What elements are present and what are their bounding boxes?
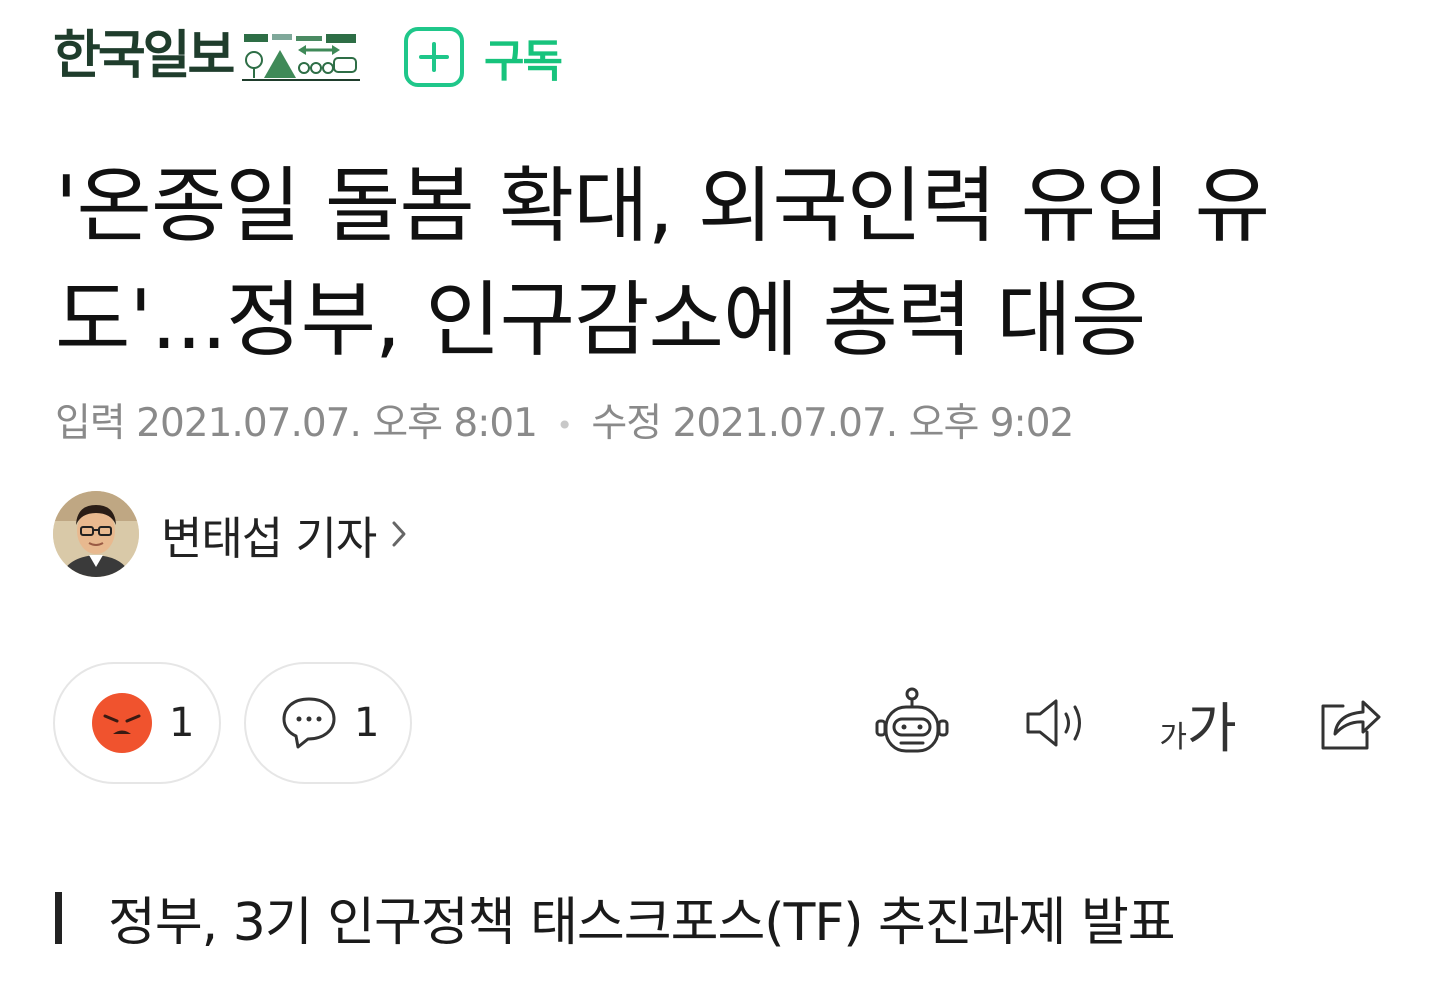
comment-count: 1 <box>354 700 380 746</box>
author-name: 변태섭 기자 <box>161 511 377 565</box>
reaction-count: 1 <box>169 700 195 746</box>
author-link[interactable]: 변태섭 기자 <box>53 491 408 577</box>
reaction-button[interactable]: 1 <box>53 662 221 784</box>
robot-icon <box>875 687 949 753</box>
font-size-small-label: 가 <box>1159 719 1187 755</box>
plus-icon <box>404 27 464 87</box>
modified-label: 수정 <box>591 401 662 446</box>
speech-bubble-icon <box>282 697 336 749</box>
chevron-right-icon <box>392 521 406 547</box>
font-size-big-label: 가 <box>1186 696 1237 760</box>
subheading-text: 정부, 3기 인구정책 태스크포스(TF) 추진과제 발표 <box>108 893 1176 953</box>
author-avatar <box>53 491 139 577</box>
subscribe-label: 구독 <box>484 36 563 87</box>
article-subheading: 정부, 3기 인구정책 태스크포스(TF) 추진과제 발표 <box>55 880 1176 955</box>
share-icon <box>1321 700 1381 750</box>
font-size-icon: 가가 <box>1159 684 1236 763</box>
listen-button[interactable] <box>1010 675 1106 771</box>
speaker-icon <box>1026 699 1081 747</box>
dateline-separator: • <box>556 409 572 442</box>
font-size-button[interactable]: 가가 <box>1150 675 1246 771</box>
angry-face-icon <box>92 693 152 753</box>
subheading-bar <box>55 891 62 944</box>
modified-datetime: 2021.07.07. 오후 9:02 <box>672 401 1075 446</box>
share-button[interactable] <box>1302 675 1398 771</box>
summary-button[interactable] <box>864 675 960 771</box>
article-title: '온종일 돌봄 확대, 외국인력 유입 유도'...정부, 인구감소에 총력 대… <box>55 159 1270 368</box>
publisher-emblem-icon <box>242 32 361 81</box>
comment-button[interactable]: 1 <box>244 662 412 784</box>
publisher-logo[interactable]: 한국일보 <box>53 30 235 82</box>
input-label: 입력 <box>55 401 126 446</box>
input-datetime: 2021.07.07. 오후 8:01 <box>136 401 538 446</box>
article-dateline: 입력 2021.07.07. 오후 8:01 • 수정 2021.07.07. … <box>55 392 1075 448</box>
publisher-header: 한국일보 <box>53 20 361 92</box>
subscribe-button[interactable]: 구독 <box>404 25 563 89</box>
